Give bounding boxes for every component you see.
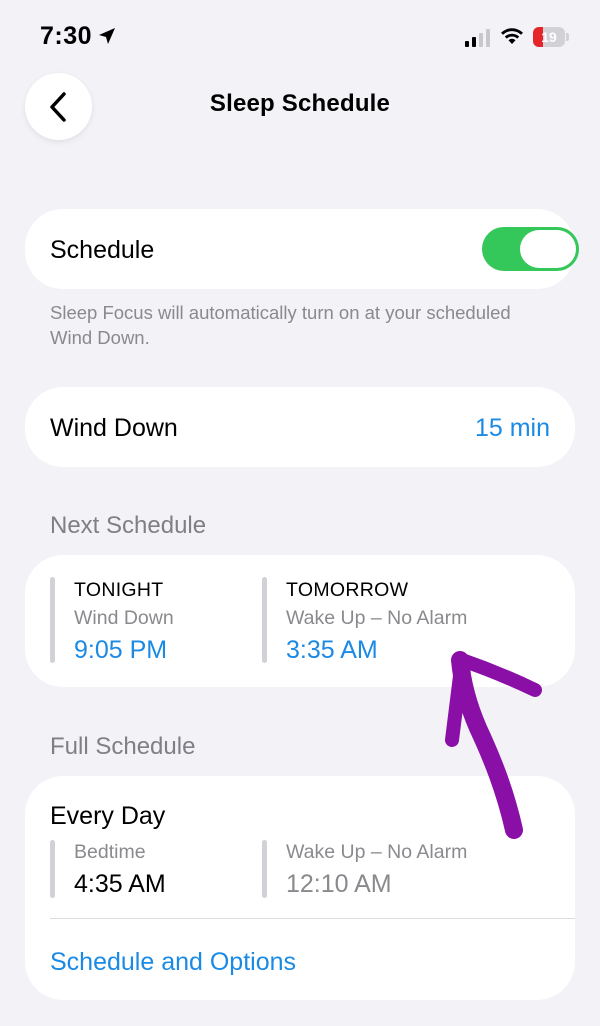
location-arrow-icon xyxy=(99,28,115,44)
page-title: Sleep Schedule xyxy=(209,90,391,117)
tomorrow-event: Wake Up – No Alarm xyxy=(286,607,468,629)
schedule-label: Schedule xyxy=(50,236,155,264)
status-time: 7:30 xyxy=(40,22,93,50)
battery-level: 19 xyxy=(541,29,557,45)
tomorrow-time[interactable]: 3:35 AM xyxy=(286,636,378,665)
full-schedule-header: Full Schedule xyxy=(50,733,196,760)
tonight-event: Wind Down xyxy=(74,607,174,629)
bedtime-label: Bedtime xyxy=(74,841,146,863)
tonight-label: TONIGHT xyxy=(74,579,164,601)
schedule-footnote: Sleep Focus will automatically turn on a… xyxy=(50,302,511,348)
every-day-label: Every Day xyxy=(50,802,166,830)
next-schedule-card: TONIGHT Wind Down 9:05 PM TOMORROW Wake … xyxy=(25,555,575,687)
full-schedule-card: Every Day Bedtime 4:35 AM Wake Up – No A… xyxy=(25,776,575,1000)
divider xyxy=(50,918,575,919)
bedtime-time: 4:35 AM xyxy=(74,870,166,898)
battery-icon: 19 xyxy=(533,27,569,47)
tonight-time[interactable]: 9:05 PM xyxy=(74,636,167,665)
schedule-card: Schedule xyxy=(25,209,579,289)
status-bar: 7:30 19 xyxy=(0,0,600,76)
cellular-signal-icon xyxy=(465,29,490,47)
schedule-and-options-link[interactable]: Schedule and Options xyxy=(50,948,296,977)
wind-down-label: Wind Down xyxy=(50,414,178,442)
wind-down-row[interactable]: Wind Down 15 min xyxy=(25,387,575,467)
schedule-toggle[interactable] xyxy=(482,227,579,271)
wake-up-label: Wake Up – No Alarm xyxy=(286,841,468,863)
next-schedule-header: Next Schedule xyxy=(50,512,207,539)
wake-up-time: 12:10 AM xyxy=(286,870,392,898)
wifi-icon xyxy=(501,28,523,44)
toggle-knob xyxy=(520,230,576,268)
wind-down-value: 15 min xyxy=(474,414,550,442)
tomorrow-label: TOMORROW xyxy=(286,579,409,601)
